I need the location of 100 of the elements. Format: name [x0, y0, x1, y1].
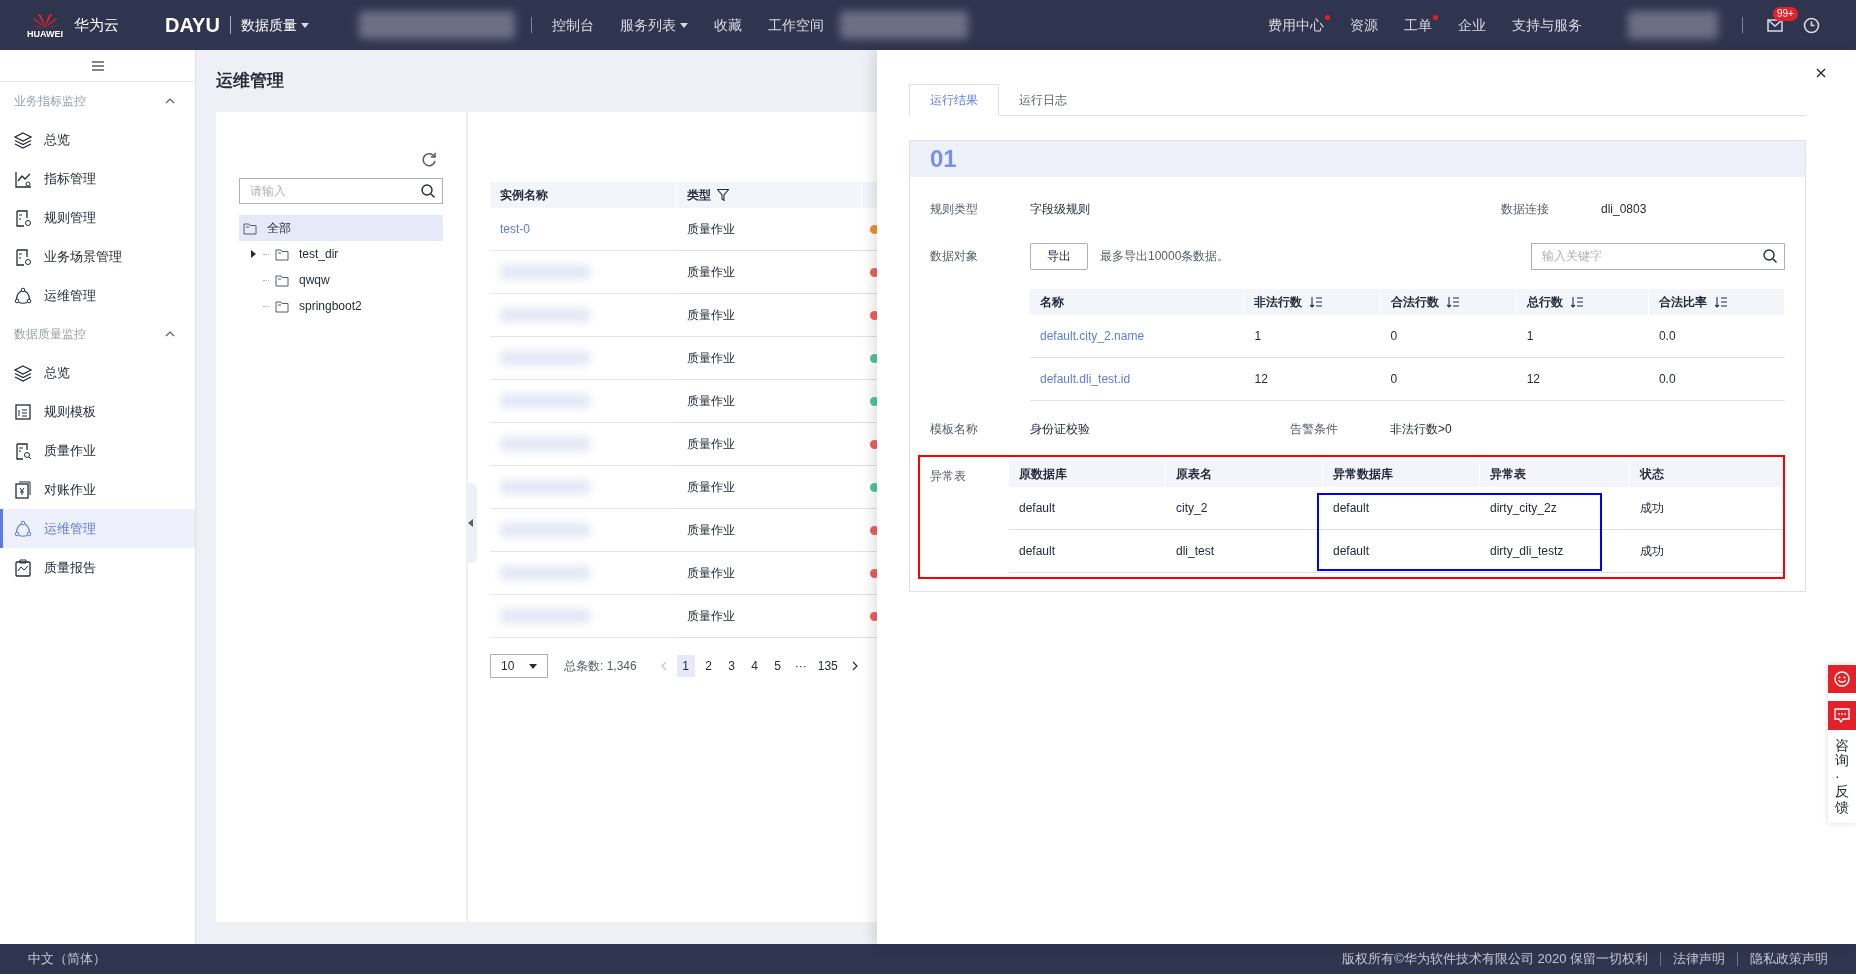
instance-link[interactable]: test-0	[500, 220, 530, 238]
field-label: 模板名称	[930, 421, 979, 438]
sidebar-item[interactable]: 质量作业	[0, 431, 195, 470]
table-cell-text: 质量作业	[687, 221, 735, 238]
page-number[interactable]: 3	[722, 655, 741, 677]
page-size-select[interactable]: 10	[490, 654, 548, 678]
column-header: 异常数据库	[1333, 466, 1393, 483]
nav-link[interactable]: 企业	[1458, 14, 1492, 36]
column-header[interactable]: 实例名称	[490, 182, 677, 208]
object-link[interactable]: default.city_2.name	[1040, 327, 1145, 345]
sidebar-item[interactable]: 规则模板	[0, 392, 195, 431]
table-cell-text: 1	[1254, 328, 1262, 345]
column-header[interactable]: 合法比率	[1648, 289, 1785, 315]
document-icon	[14, 247, 32, 266]
field-label: 数据对象	[930, 248, 979, 265]
flower-logo-icon	[32, 11, 58, 29]
nav-link[interactable]: 收藏	[713, 14, 742, 36]
folder-icon	[275, 299, 289, 313]
nav-link[interactable]: 费用中心	[1268, 14, 1330, 36]
nav-link[interactable]: 资源	[1350, 14, 1384, 36]
chevron-left-icon	[660, 661, 667, 671]
result-number: 01	[930, 144, 957, 174]
refresh-button[interactable]	[421, 152, 437, 168]
column-header: 异常表	[1490, 466, 1526, 483]
nav-link[interactable]: 工作空间	[767, 14, 824, 36]
sidebar-item[interactable]: 质量报告	[0, 548, 195, 587]
page-number[interactable]: 135	[814, 655, 841, 677]
folder-icon	[275, 273, 289, 287]
cycle-icon	[14, 286, 32, 305]
module-menu[interactable]: 数据质量	[240, 14, 309, 36]
table-cell-text: 质量作业	[687, 608, 735, 625]
nav-link[interactable]: 服务列表	[619, 14, 688, 36]
column-header[interactable]: 非法行数	[1244, 289, 1381, 315]
search-field[interactable]: 请输入	[239, 178, 443, 204]
folder-icon	[243, 221, 257, 235]
nav-link[interactable]: 工单	[1404, 14, 1438, 36]
table-cell-text: dli_test	[1176, 543, 1215, 560]
column-header: 原表名	[1176, 466, 1212, 483]
total-count: 总条数: 1,346	[564, 658, 637, 675]
page-number[interactable]: 5	[768, 655, 787, 677]
column-header[interactable]: 总行数	[1516, 289, 1649, 315]
tree-node[interactable]: qwqw	[239, 267, 443, 293]
sidebar-item[interactable]: 对账作业	[0, 470, 195, 509]
tab[interactable]: 运行日志	[999, 84, 1087, 115]
language-link[interactable]: 中文（简体）	[28, 949, 106, 969]
column-header[interactable]: 合法行数	[1380, 289, 1517, 315]
field-label: 数据连接	[1501, 201, 1550, 218]
search-icon	[421, 184, 435, 198]
sidebar-item[interactable]: 规则管理	[0, 198, 195, 237]
export-button[interactable]: 导出	[1030, 242, 1088, 270]
tree-node[interactable]: 全部	[239, 215, 443, 241]
field-value: 字段级规则	[1030, 201, 1091, 218]
table-cell-text: 质量作业	[687, 479, 735, 496]
search-icon	[1763, 248, 1777, 263]
page-number[interactable]: 1	[676, 655, 695, 677]
close-button[interactable]	[1814, 66, 1828, 80]
sidebar-item[interactable]: 指标管理	[0, 159, 195, 198]
sidebar-item[interactable]: 业务场景管理	[0, 237, 195, 276]
table-cell-text: dirty_city_2z	[1490, 500, 1557, 517]
sidebar-item[interactable]: 运维管理	[0, 276, 195, 315]
table-cell-text: default	[1019, 500, 1056, 517]
tree-node[interactable]: test_dir	[239, 241, 443, 267]
collapse-handle[interactable]	[468, 483, 477, 563]
column-header: 原数据库	[1019, 466, 1067, 483]
sidebar-item[interactable]: 总览	[0, 353, 195, 392]
table-cell-text: 质量作业	[687, 436, 735, 453]
column-header[interactable]: 名称	[1030, 289, 1245, 315]
mail-icon	[1767, 18, 1783, 32]
nav-link[interactable]: 控制台	[551, 14, 594, 36]
feedback-button[interactable]	[1828, 665, 1856, 693]
page-number[interactable]: ···	[791, 655, 810, 677]
tree-node[interactable]: springboot2	[239, 293, 443, 319]
chat-icon	[1834, 708, 1850, 723]
nav-link[interactable]: 支持与服务	[1512, 14, 1588, 36]
tab[interactable]: 运行结果	[909, 84, 999, 116]
footer-link[interactable]: 法律声明	[1673, 949, 1725, 969]
column-header[interactable]: 类型	[677, 182, 862, 208]
table-cell-text: default	[1333, 543, 1370, 560]
table-cell-text: 0	[1390, 328, 1398, 345]
search-field[interactable]: 输入关键字	[1531, 242, 1785, 270]
clock-icon	[1803, 16, 1820, 34]
sidebar-item[interactable]: 总览	[0, 120, 195, 159]
section-title: 业务指标监控	[14, 93, 86, 110]
table-cell-text: 成功	[1640, 500, 1664, 517]
table-cell-text: 质量作业	[687, 565, 735, 582]
brand-name: 华为云	[74, 14, 119, 35]
list-icon	[14, 402, 32, 421]
chevron-right-icon	[851, 661, 858, 671]
page-number[interactable]: 4	[745, 655, 764, 677]
table-cell-text: dirty_dli_testz	[1490, 543, 1564, 560]
footer-link[interactable]: 隐私政策声明	[1750, 949, 1828, 969]
consult-button[interactable]: 咨询·反馈	[1828, 701, 1856, 823]
object-link[interactable]: default.dli_test.id	[1040, 370, 1131, 388]
clipboard-chart-icon	[14, 558, 32, 577]
field-label: 异常表	[930, 468, 967, 485]
menu-icon	[91, 60, 104, 71]
filter-icon	[717, 189, 729, 201]
page-number[interactable]: 2	[699, 655, 718, 677]
sidebar-item[interactable]: 运维管理	[0, 509, 195, 548]
refresh-icon	[421, 152, 437, 168]
